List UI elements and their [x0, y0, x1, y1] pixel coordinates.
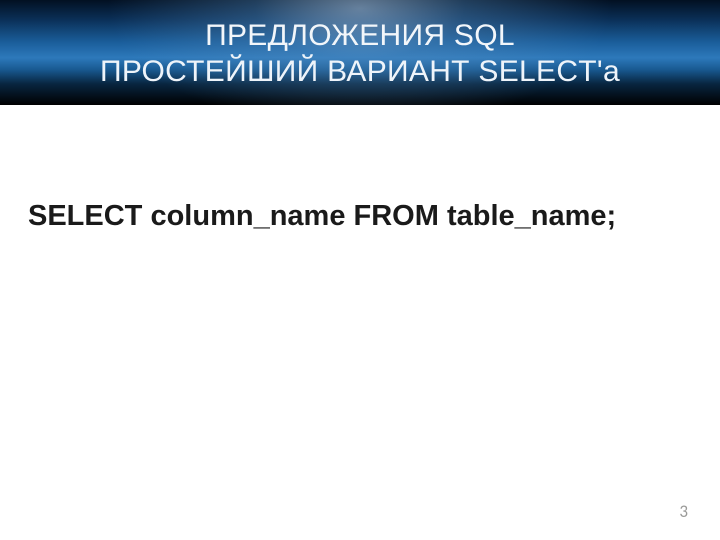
- slide-content: SELECT column_name FROM table_name;: [28, 200, 692, 233]
- slide-header: ПРЕДЛОЖЕНИЯ SQL ПРОСТЕЙШИЙ ВАРИАНТ SELEC…: [0, 0, 720, 105]
- page-number: 3: [679, 501, 688, 522]
- slide-title-line1: ПРЕДЛОЖЕНИЯ SQL: [0, 19, 720, 53]
- slide-title-line2: ПРОСТЕЙШИЙ ВАРИАНТ SELECT'а: [0, 55, 720, 89]
- sql-code-line: SELECT column_name FROM table_name;: [28, 200, 692, 233]
